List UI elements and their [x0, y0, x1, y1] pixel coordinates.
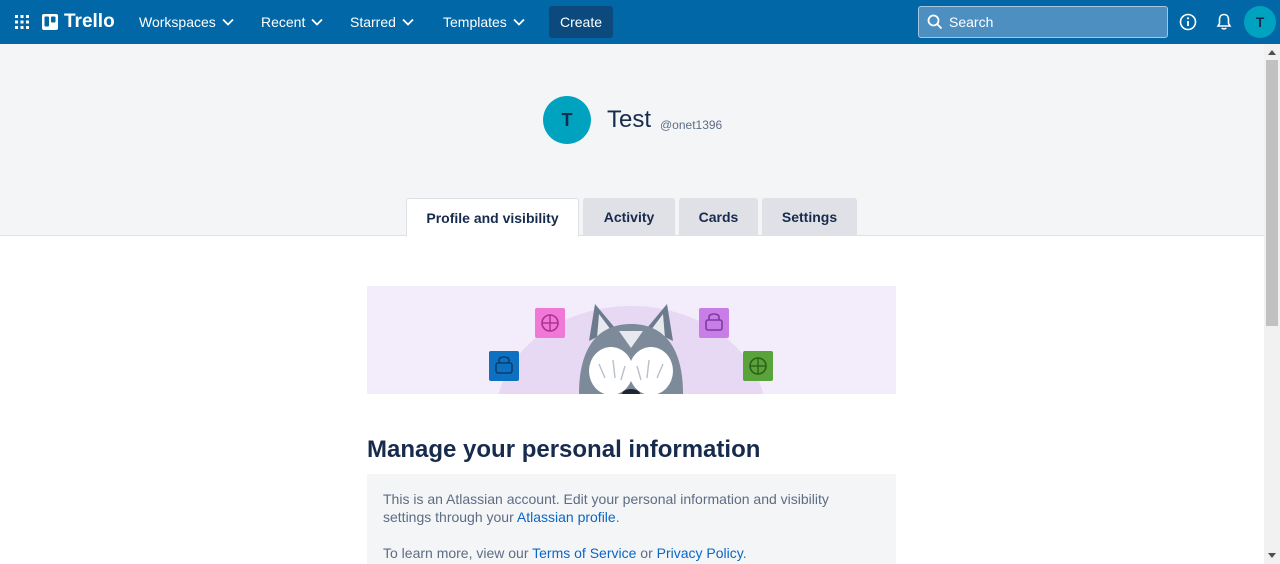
- info-icon: [1179, 13, 1197, 31]
- lock-card-purple-icon: [699, 308, 729, 338]
- privacy-policy-link[interactable]: Privacy Policy: [657, 545, 743, 561]
- scrollbar-thumb[interactable]: [1266, 60, 1278, 326]
- chevron-down-icon: [311, 18, 323, 26]
- nav-templates-label: Templates: [443, 14, 507, 30]
- search-input[interactable]: [949, 14, 1149, 30]
- triangle-up-icon: [1268, 50, 1276, 55]
- nav-recent[interactable]: Recent: [253, 6, 331, 38]
- lock-card-blue-icon: [489, 351, 519, 381]
- chevron-down-icon: [513, 18, 525, 26]
- atlassian-account-info-box: This is an Atlassian account. Edit your …: [367, 474, 896, 564]
- top-navigation-bar: Trello Workspaces Recent Starred Templat…: [0, 0, 1280, 44]
- nav-starred-label: Starred: [350, 14, 396, 30]
- info-text-end: .: [615, 509, 620, 525]
- nav-templates[interactable]: Templates: [435, 6, 533, 38]
- app-switcher-button[interactable]: [8, 8, 36, 36]
- tab-label: Profile and visibility: [426, 209, 559, 226]
- nav-workspaces[interactable]: Workspaces: [131, 6, 242, 38]
- trello-logo[interactable]: Trello: [42, 10, 115, 34]
- or-text: or: [636, 545, 657, 561]
- information-button[interactable]: [1176, 10, 1200, 34]
- atlassian-profile-link[interactable]: Atlassian profile: [517, 509, 616, 525]
- terms-of-service-link[interactable]: Terms of Service: [532, 545, 636, 561]
- husky-illustration: [489, 304, 773, 394]
- member-avatar-button[interactable]: T: [1244, 6, 1276, 38]
- tab-settings[interactable]: Settings: [762, 198, 857, 236]
- nav-starred[interactable]: Starred: [342, 6, 422, 38]
- privacy-illustration-banner: [367, 286, 896, 394]
- profile-username: @onet1396: [660, 118, 723, 132]
- page-scrollbar[interactable]: [1264, 44, 1280, 564]
- search-icon: [927, 14, 943, 30]
- logo-text: Trello: [64, 11, 115, 32]
- tab-label: Cards: [698, 209, 739, 225]
- notifications-button[interactable]: [1212, 10, 1236, 34]
- learn-more-text: To learn more, view our Terms of Service…: [383, 544, 880, 562]
- atlassian-account-text: This is an Atlassian account. Edit your …: [383, 490, 880, 526]
- bell-icon: [1216, 13, 1232, 30]
- tab-cards[interactable]: Cards: [679, 198, 758, 236]
- grid-icon: [15, 15, 29, 29]
- globe-card-green-icon: [743, 351, 773, 381]
- chevron-down-icon: [402, 18, 414, 26]
- globe-card-pink-icon: [535, 308, 565, 338]
- tab-label: Activity: [603, 209, 655, 225]
- scroll-up-button[interactable]: [1264, 44, 1280, 60]
- profile-avatar: T: [543, 96, 591, 144]
- triangle-down-icon: [1268, 553, 1276, 558]
- chevron-down-icon: [222, 18, 234, 26]
- nav-recent-label: Recent: [261, 14, 306, 30]
- search-box[interactable]: [918, 6, 1168, 38]
- nav-workspaces-label: Workspaces: [139, 14, 216, 30]
- scroll-down-button[interactable]: [1264, 548, 1280, 564]
- tab-activity[interactable]: Activity: [583, 198, 675, 236]
- profile-header: T Test @onet1396 Profile and visibility …: [0, 44, 1264, 237]
- profile-full-name: Test: [607, 106, 652, 133]
- create-button[interactable]: Create: [549, 6, 613, 38]
- manage-info-heading: Manage your personal information: [367, 436, 761, 463]
- learn-more-prefix: To learn more, view our: [383, 545, 533, 561]
- tab-label: Settings: [781, 209, 838, 225]
- tab-profile-and-visibility[interactable]: Profile and visibility: [406, 198, 579, 237]
- trello-board-icon: [42, 14, 58, 30]
- learn-more-end: .: [742, 545, 747, 561]
